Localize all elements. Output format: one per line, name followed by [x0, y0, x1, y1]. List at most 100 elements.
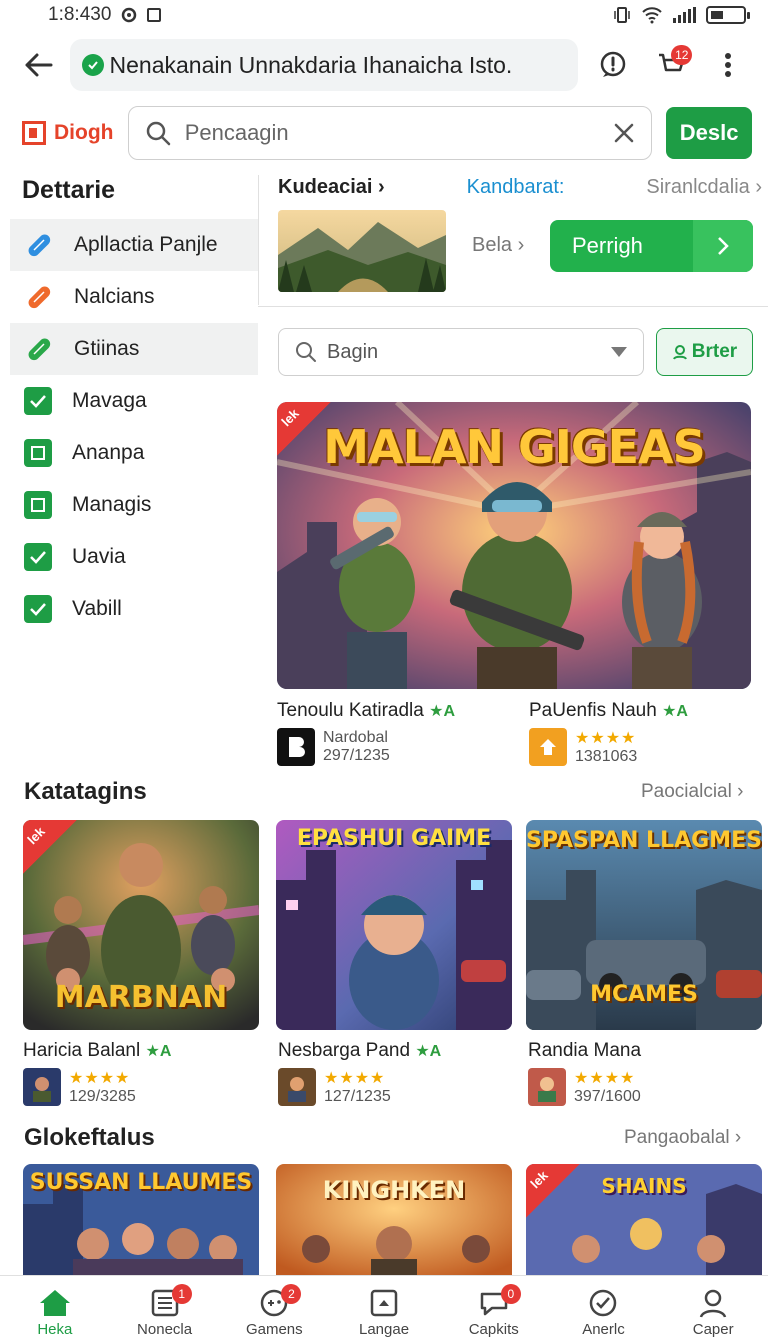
app-count: 297/1235: [323, 747, 390, 764]
nav-label: Anerlc: [582, 1321, 625, 1338]
sidebar-item-4[interactable]: Ananpa: [10, 427, 258, 479]
app-count: 129/3285: [69, 1088, 136, 1105]
nav-item-list[interactable]: 1 Nonecla: [110, 1276, 220, 1344]
logo-mark-icon: [22, 121, 46, 145]
search-input[interactable]: Pencaagin: [127, 106, 653, 160]
sidebar-item-5[interactable]: Managis: [10, 479, 258, 531]
app-listing[interactable]: Randia Mana ★★★★ 397/1600: [528, 1040, 641, 1106]
status-time: 1:8:430: [48, 4, 112, 25]
panel-link-right[interactable]: Siranlcdalia ›: [646, 176, 762, 199]
app-listing[interactable]: Tenoulu Katiradla ★A Nardobal 297/1235: [277, 700, 455, 766]
rating-stars: ★★★★: [575, 730, 637, 747]
signal-icon: [673, 7, 696, 23]
cta-button[interactable]: Perrigh: [550, 220, 753, 272]
sidebar-item-0[interactable]: Apllactia Panjle: [10, 219, 258, 271]
back-button[interactable]: [18, 45, 58, 85]
app-developer: Nardobal: [323, 729, 388, 746]
nav-item-langae[interactable]: Langae: [329, 1276, 439, 1344]
app-listing[interactable]: Nesbarga Pand ★A ★★★★ 127/1235: [278, 1040, 441, 1106]
filter-value: Bagin: [327, 340, 379, 363]
nav-badge: 2: [281, 1284, 302, 1304]
section-title: Katatagins: [24, 778, 147, 805]
cart-badge: 12: [671, 45, 693, 65]
game-card[interactable]: MARBNAN lek: [23, 820, 259, 1030]
brand-logo[interactable]: Diogh: [22, 121, 128, 145]
sidebar-item-6[interactable]: Uavia: [10, 531, 258, 583]
address-bar: Nenakanain Unnakdaria Ihanaicha Isto. 12: [0, 36, 768, 94]
more-vert-icon: [725, 53, 732, 77]
category-sidebar: Dettarie Apllactia Panjle Nalcians Gtiin…: [10, 168, 258, 635]
search-submit-button[interactable]: Deslc: [666, 107, 752, 159]
pill-orange-icon: [24, 282, 54, 312]
pill-green-icon: [24, 334, 54, 364]
card-banner: SUSSAN LLAUMES: [29, 1170, 253, 1195]
alert-button[interactable]: [592, 43, 635, 87]
cart-button[interactable]: 12: [649, 43, 693, 87]
app-listing[interactable]: Haricia Balanl ★A ★★★★ 129/3285: [23, 1040, 171, 1106]
nav-item-home[interactable]: Heka: [0, 1276, 110, 1344]
section-more-link[interactable]: Paocialcial ›: [641, 781, 743, 803]
bela-link[interactable]: Bela ›: [472, 234, 524, 257]
game-card[interactable]: SHAINS lek: [526, 1164, 762, 1276]
sidebar-item-2[interactable]: Gtiinas: [10, 323, 258, 375]
panel-link-mid[interactable]: Kandbarat:: [467, 176, 565, 199]
card-banner-secondary: MCAMES: [590, 982, 698, 1007]
corner-tag: lek: [277, 402, 331, 456]
sidebar-item-label: Managis: [72, 493, 152, 516]
game-card[interactable]: SPASPAN LLAGMES MCAMES: [526, 820, 762, 1030]
url-text: Nenakanain Unnakdaria Ihanaicha Isto.: [109, 51, 513, 78]
check-icon: [24, 595, 52, 623]
notification-icon: [147, 8, 162, 22]
nav-label: Nonecla: [137, 1321, 193, 1338]
nav-badge: 1: [171, 1284, 192, 1304]
sidebar-item-label: Ananpa: [72, 441, 145, 464]
more-menu-button[interactable]: [707, 43, 750, 87]
nav-item-games[interactable]: 2 Gamens: [219, 1276, 329, 1344]
search-icon: [146, 121, 170, 146]
app-name: Nesbarga Pand: [278, 1040, 411, 1061]
card-banner: SPASPAN LLAGMES: [526, 828, 762, 853]
check-icon: [24, 387, 52, 415]
game-card[interactable]: EPASHUI GAIME: [276, 820, 512, 1030]
app-name: Randia Mana: [528, 1040, 642, 1061]
home-icon: [39, 1290, 70, 1316]
rating-tag: ★A: [145, 1043, 172, 1060]
rating-stars: ★★★★: [574, 1070, 636, 1087]
sidebar-item-label: Nalcians: [74, 285, 155, 308]
sidebar-item-1[interactable]: Nalcians: [10, 271, 258, 323]
app-icon: [278, 1068, 316, 1106]
filter-select[interactable]: Bagin: [278, 328, 644, 376]
game-card[interactable]: KINGHKEN: [276, 1164, 512, 1276]
landscape-thumbnail[interactable]: [278, 210, 446, 292]
sidebar-item-label: Vabill: [72, 597, 122, 620]
sidebar-item-3[interactable]: Mavaga: [10, 375, 258, 427]
search-row: Diogh Pencaagin Deslc: [0, 106, 768, 160]
hero-banner[interactable]: MALAN GIGEAS lek: [277, 402, 751, 689]
vibrate-icon: [614, 7, 630, 23]
app-listing[interactable]: PaUenfis Nauh ★A ★★★★ 1381063: [529, 700, 688, 766]
alert-chat-icon: [601, 51, 626, 77]
card-banner: EPASHUI GAIME: [296, 826, 492, 851]
filter-button[interactable]: Brter: [656, 328, 753, 376]
game-card[interactable]: SUSSAN LLAUMES: [23, 1164, 259, 1276]
hero-title: MALAN GIGEAS: [323, 420, 706, 474]
panel-link-left[interactable]: Kudeaciai ›: [278, 176, 385, 199]
sidebar-item-7[interactable]: Vabill: [10, 583, 258, 635]
app-icon: [529, 728, 567, 766]
status-bar: 1:8:430: [0, 0, 768, 30]
corner-tag: lek: [526, 1164, 580, 1218]
app-icon: [23, 1068, 61, 1106]
clear-icon[interactable]: [613, 122, 635, 144]
nav-item-check[interactable]: Anerlc: [549, 1276, 659, 1344]
sidebar-title: Dettarie: [22, 176, 116, 204]
battery-icon: [706, 6, 750, 24]
nav-item-profile[interactable]: Caper: [658, 1276, 768, 1344]
section-more-link[interactable]: Pangaobalal ›: [624, 1127, 741, 1149]
nav-item-chat[interactable]: 0 Capkits: [439, 1276, 549, 1344]
box-icon: [24, 439, 52, 467]
bag-icon: [370, 1289, 398, 1317]
app-count: 397/1600: [574, 1088, 641, 1105]
rating-tag: ★A: [662, 703, 688, 720]
url-field[interactable]: Nenakanain Unnakdaria Ihanaicha Isto.: [69, 39, 578, 91]
app-name: PaUenfis Nauh: [529, 700, 657, 721]
